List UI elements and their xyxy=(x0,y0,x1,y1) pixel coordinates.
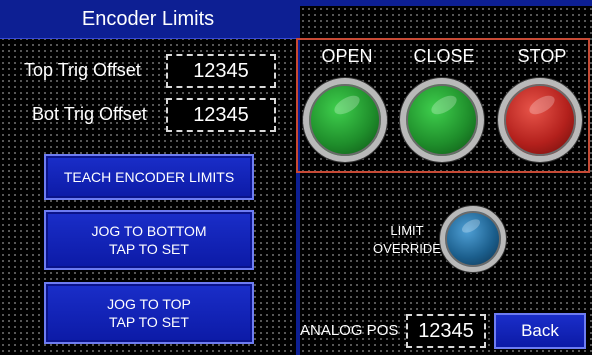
close-indicator-light[interactable] xyxy=(400,78,484,162)
lamp-glare xyxy=(331,91,363,119)
limit-override-button[interactable] xyxy=(440,206,506,272)
top-trig-offset-field[interactable]: 12345 xyxy=(166,54,276,88)
lamp-glare xyxy=(459,216,483,236)
page-title: Encoder Limits xyxy=(81,8,215,30)
jog-to-top-button[interactable]: JOG TO TOP TAP TO SET xyxy=(44,282,254,344)
analog-pos-field: 12345 xyxy=(406,314,486,348)
bot-trig-offset-label: Bot Trig Offset xyxy=(32,104,147,124)
stop-indicator-light[interactable] xyxy=(498,78,582,162)
lamp-glare xyxy=(526,91,558,119)
jog-to-bottom-button[interactable]: JOG TO BOTTOM TAP TO SET xyxy=(44,210,254,270)
back-button[interactable]: Back xyxy=(494,313,586,349)
open-indicator-light[interactable] xyxy=(303,78,387,162)
lamp-glare xyxy=(428,91,460,119)
analog-pos-label: ANALOG POS xyxy=(300,322,399,339)
open-light-label: OPEN xyxy=(321,46,373,66)
limit-override-label: LIMIT OVERRIDE xyxy=(373,223,441,256)
teach-encoder-limits-button[interactable]: TEACH ENCODER LIMITS xyxy=(44,154,254,200)
stop-light-label: STOP xyxy=(517,46,567,66)
close-light-label: CLOSE xyxy=(413,46,475,66)
top-band xyxy=(300,0,592,6)
bot-trig-offset-field[interactable]: 12345 xyxy=(166,98,276,132)
top-trig-offset-label: Top Trig Offset xyxy=(24,60,141,80)
